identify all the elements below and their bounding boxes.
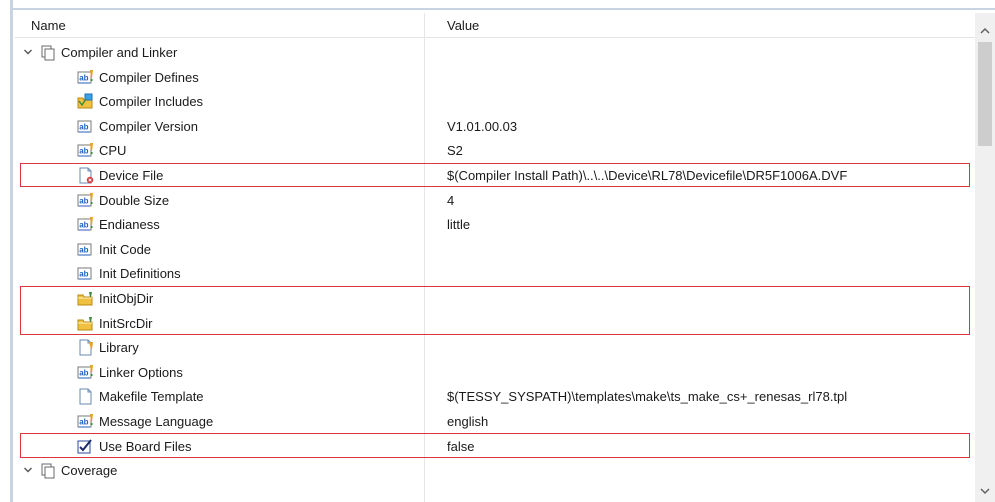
column-header-name[interactable]: Name	[31, 18, 66, 33]
svg-text:ab: ab	[79, 245, 88, 254]
text-edit-icon: ab	[77, 414, 93, 428]
folder-icon	[77, 292, 93, 306]
property-value[interactable]: V1.01.00.03	[447, 114, 517, 139]
group-icon	[41, 463, 55, 479]
scrollbar-thumb[interactable]	[978, 42, 992, 146]
property-row[interactable]: Library	[15, 335, 975, 360]
svg-text:ab: ab	[79, 418, 88, 427]
property-value[interactable]: little	[447, 212, 470, 237]
text-edit-icon: ab	[77, 364, 93, 379]
property-name: InitSrcDir	[99, 315, 153, 331]
property-name: CPU	[99, 143, 127, 159]
scroll-down-icon[interactable]	[978, 484, 992, 498]
text-edit-icon: ab	[77, 69, 93, 84]
svg-text:ab: ab	[79, 122, 88, 131]
property-name: Compiler Includes	[99, 94, 204, 110]
folder-icon	[77, 316, 93, 331]
property-row[interactable]: ab Double Size 4	[15, 188, 975, 213]
property-row[interactable]: InitSrcDir	[15, 311, 975, 336]
text-icon: ab	[77, 120, 92, 133]
property-value[interactable]: $(Compiler Install Path)\..\..\Device\RL…	[447, 163, 847, 188]
property-row[interactable]: Use Board Files false	[15, 434, 975, 459]
property-value[interactable]: english	[447, 409, 488, 434]
panel-border-left	[10, 0, 13, 502]
property-name: Init Definitions	[99, 266, 181, 282]
property-row[interactable]: InitObjDir	[15, 286, 975, 311]
property-name: Init Code	[99, 241, 152, 257]
property-value[interactable]: $(TESSY_SYSPATH)\templates\make\ts_make_…	[447, 384, 847, 409]
svg-text:ab: ab	[79, 73, 88, 82]
property-name: InitObjDir	[99, 291, 154, 306]
property-name: Linker Options	[99, 364, 183, 380]
folder-list-icon	[77, 93, 93, 109]
checkbox-icon	[77, 438, 92, 454]
text-icon: ab	[77, 267, 92, 280]
column-header-value[interactable]: Value	[447, 18, 479, 33]
property-row[interactable]: ab Linker Options	[15, 360, 975, 385]
file-error-icon	[79, 167, 94, 184]
svg-text:ab: ab	[79, 196, 88, 205]
chevron-down-icon[interactable]	[23, 47, 33, 57]
table-header: Name Value	[15, 13, 975, 38]
panel-border-top	[10, 8, 995, 10]
property-name: Compiler Defines	[99, 69, 199, 85]
property-name: Makefile Template	[99, 389, 204, 405]
property-row[interactable]: ab Init Definitions	[15, 261, 975, 286]
property-name: Device File	[99, 168, 164, 183]
svg-text:ab: ab	[79, 270, 88, 279]
tree-group-label: Compiler and Linker	[61, 45, 178, 60]
property-row[interactable]: ab CPU S2	[15, 138, 975, 163]
text-edit-icon: ab	[77, 143, 93, 157]
file-edit-icon	[79, 339, 93, 356]
property-value[interactable]: 4	[447, 188, 454, 213]
property-row[interactable]: Device File $(Compiler Install Path)\..\.…	[15, 163, 975, 188]
property-name: Library	[99, 340, 139, 356]
svg-text:ab: ab	[79, 147, 88, 156]
group-icon	[41, 45, 55, 61]
property-name: Double Size	[99, 192, 170, 208]
chevron-down-icon[interactable]	[23, 465, 33, 475]
property-name: Endianess	[99, 217, 160, 233]
text-edit-icon: ab	[77, 192, 93, 207]
tree-group-label: Coverage	[61, 463, 118, 479]
property-value[interactable]: S2	[447, 138, 463, 163]
property-value[interactable]: false	[447, 434, 474, 459]
text-edit-icon: ab	[77, 217, 93, 231]
property-name: Use Board Files	[99, 438, 192, 454]
property-row[interactable]: ab Message Language english	[15, 409, 975, 434]
svg-text:ab: ab	[79, 368, 88, 377]
file-icon	[79, 388, 92, 405]
tree-group-row[interactable]: Coverage	[15, 458, 975, 483]
properties-panel: Name Value Compiler and Linker ab Compiler…	[0, 0, 995, 502]
property-name: Compiler Version	[99, 118, 198, 134]
property-row[interactable]: ab Endianess little	[15, 212, 975, 237]
property-row[interactable]: ab Compiler Version V1.01.00.03	[15, 114, 975, 139]
property-name: Message Language	[99, 414, 214, 429]
text-icon: ab	[77, 243, 92, 256]
scroll-up-icon[interactable]	[978, 24, 992, 38]
property-row[interactable]: ab Compiler Defines	[15, 65, 975, 90]
svg-text:ab: ab	[79, 221, 88, 230]
property-row[interactable]: Makefile Template $(TESSY_SYSPATH)\templa…	[15, 384, 975, 409]
tree-group-row[interactable]: Compiler and Linker	[15, 40, 975, 65]
property-row[interactable]: ab Init Code	[15, 237, 975, 262]
property-row[interactable]: Compiler Includes	[15, 89, 975, 114]
